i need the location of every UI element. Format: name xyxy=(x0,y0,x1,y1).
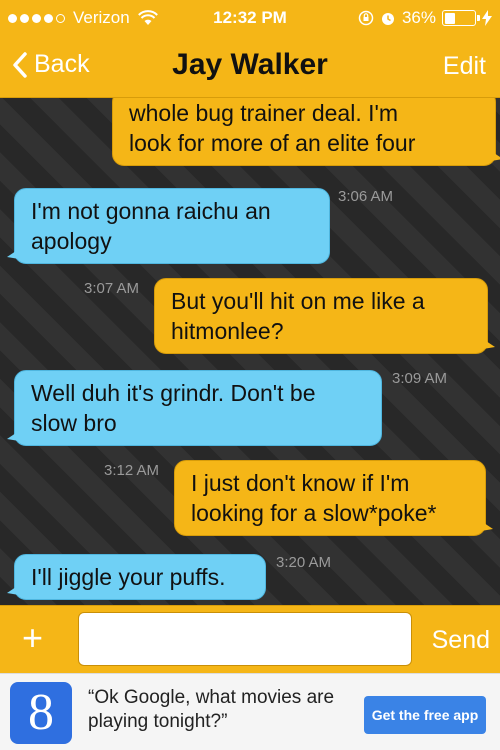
conversation-title: Jay Walker xyxy=(172,48,328,81)
message-line: But you'll hit on me like a xyxy=(171,288,425,314)
message-line: apology xyxy=(31,228,112,254)
edit-button[interactable]: Edit xyxy=(443,52,486,81)
ad-text: “Ok Google, what movies are playing toni… xyxy=(88,687,335,732)
get-app-button[interactable]: Get the free app xyxy=(364,696,486,734)
google-logo-icon: 8 xyxy=(10,682,72,744)
message-bubble-incoming[interactable]: Well duh it's grindr. Don't be slow bro xyxy=(7,370,382,446)
send-button[interactable]: Send xyxy=(432,626,490,655)
battery-icon xyxy=(442,10,480,26)
status-bar: Verizon 12:32 PM 36% xyxy=(0,0,500,36)
charging-icon xyxy=(482,10,492,26)
message-timestamp: 3:09 AM xyxy=(392,370,448,387)
message-timestamp: 3:06 AM xyxy=(338,188,394,205)
message-bubble-outgoing[interactable]: But you'll hit on me like a hitmonlee? xyxy=(154,278,495,354)
orientation-lock-icon xyxy=(358,10,374,26)
nav-bar: Back Jay Walker Edit xyxy=(0,36,500,98)
chat-thread[interactable]: Today whole bug trainer deal. I'm look f… xyxy=(0,98,500,605)
add-attachment-button[interactable]: + xyxy=(22,620,43,656)
message-bubble-incoming[interactable]: I'll jiggle your puffs. xyxy=(7,554,266,600)
composer-bar: + Send xyxy=(0,605,500,673)
message-input[interactable] xyxy=(78,612,412,666)
message-line: hitmonlee? xyxy=(171,318,284,344)
battery-percentage: 36% xyxy=(401,8,436,27)
message-bubble-outgoing[interactable]: I just don't know if I'm looking for a s… xyxy=(174,460,493,536)
message-line: whole bug trainer deal. I'm xyxy=(129,100,399,126)
message-timestamp: 3:07 AM xyxy=(84,280,140,297)
message-bubble-outgoing[interactable]: whole bug trainer deal. I'm look for mor… xyxy=(112,98,500,166)
ad-banner[interactable]: 8 “Ok Google, what movies are playing to… xyxy=(0,673,500,750)
message-line: slow bro xyxy=(31,410,117,436)
message-bubble-incoming[interactable]: I'm not gonna raichu an apology xyxy=(7,188,330,264)
message-line: I'm not gonna raichu an xyxy=(31,198,271,224)
battery-level-fill xyxy=(444,12,455,24)
status-right: 36% xyxy=(358,8,492,28)
message-line: looking for a slow*poke* xyxy=(191,500,437,526)
google-logo-glyph: 8 xyxy=(28,684,54,741)
message-timestamp: 3:12 AM xyxy=(104,462,160,479)
message-line: look for more of an elite four xyxy=(129,130,416,156)
message-line: I'll jiggle your puffs. xyxy=(31,564,226,590)
message-line: I just don't know if I'm xyxy=(191,470,410,496)
message-line: Well duh it's grindr. Don't be xyxy=(31,380,316,406)
alarm-icon xyxy=(381,13,394,25)
message-timestamp: 3:20 AM xyxy=(276,554,332,571)
